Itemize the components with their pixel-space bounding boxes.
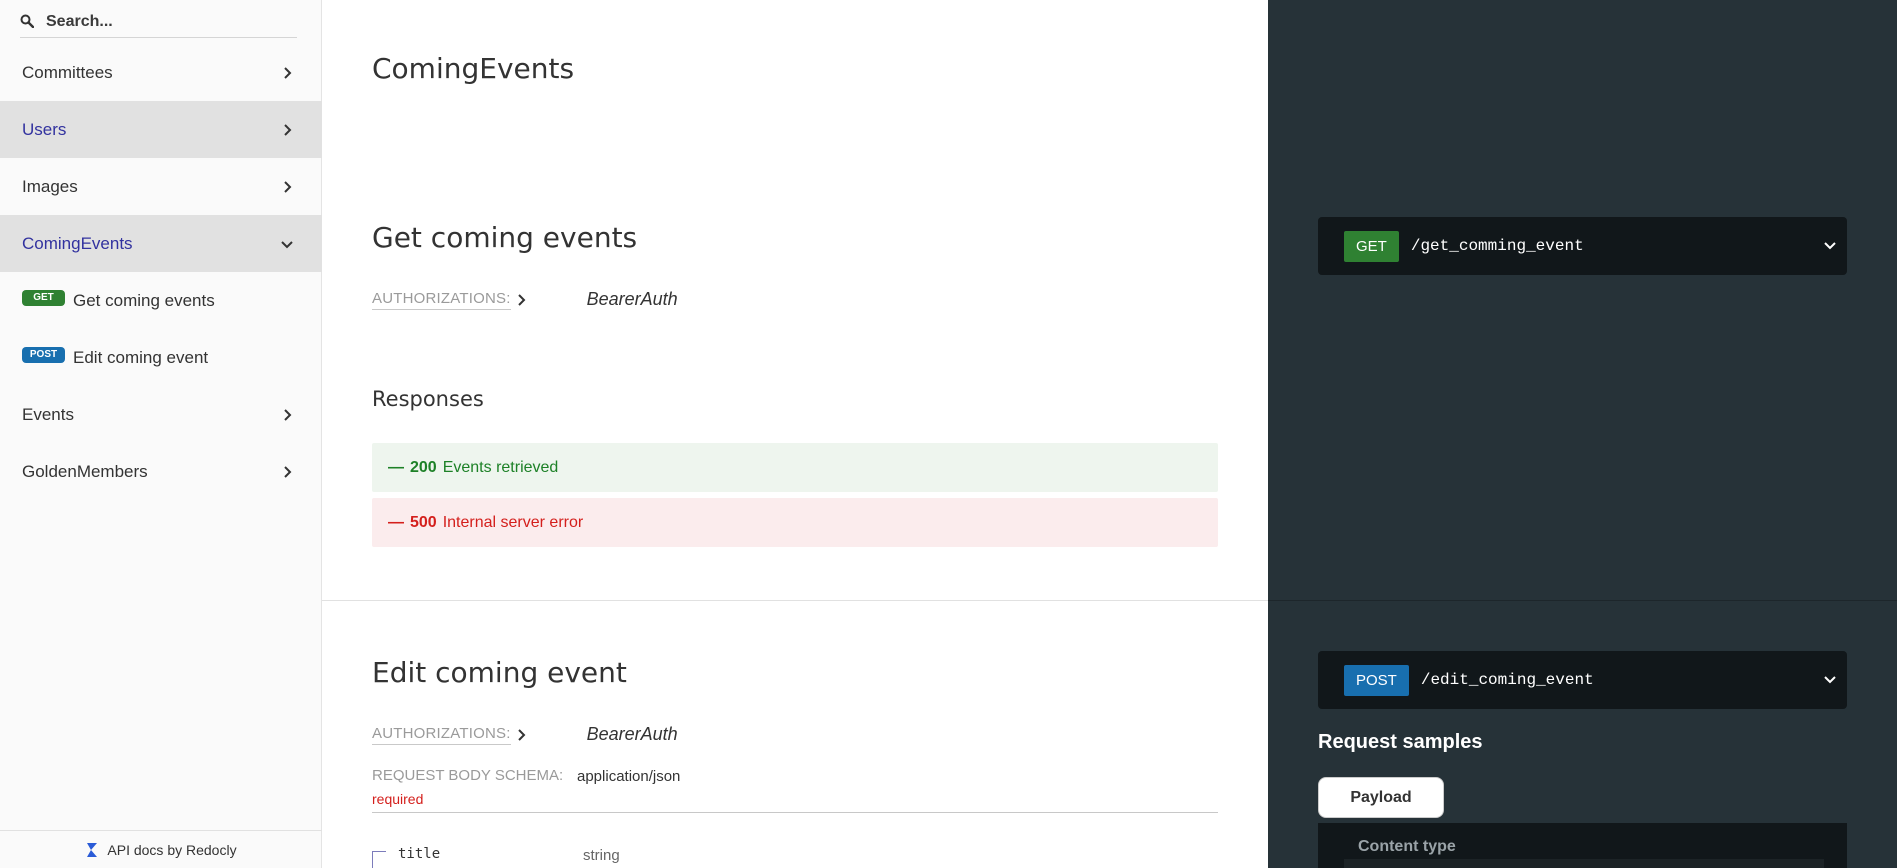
content-type-label: Content type xyxy=(1358,838,1456,855)
authorizations-row[interactable]: AUTHORIZATIONS: BearerAuth xyxy=(372,289,678,310)
sidebar-item-label: GoldenMembers xyxy=(22,461,148,481)
sidebar-item-label: Users xyxy=(22,119,67,139)
field-type: string xyxy=(583,847,620,864)
sidebar-item-label: Committees xyxy=(22,62,113,82)
right-panel: GET /get_comming_event POST /edit_coming… xyxy=(1268,0,1897,868)
endpoint-path: /edit_coming_event xyxy=(1420,671,1594,689)
response-dash: — xyxy=(388,513,404,531)
sidebar-item-label: ComingEvents xyxy=(22,233,133,253)
content-type-dropdown[interactable] xyxy=(1344,859,1824,868)
get-method-badge: GET xyxy=(1344,230,1399,262)
endpoint-edit-coming-event[interactable]: POST /edit_coming_event xyxy=(1318,651,1847,709)
response-code: 200 xyxy=(410,458,437,476)
main-content: ComingEvents Get coming events AUTHORIZA… xyxy=(322,0,1268,868)
operation-title-edit-coming-event: Edit coming event xyxy=(372,656,627,689)
authorizations-row[interactable]: AUTHORIZATIONS: BearerAuth xyxy=(372,724,678,745)
sidebar-subitem-label: Get coming events xyxy=(73,290,215,310)
chevron-right-icon xyxy=(284,123,292,136)
footer-label: API docs by Redocly xyxy=(107,841,237,858)
chevron-down-icon xyxy=(1824,676,1836,684)
chevron-right-icon xyxy=(284,408,292,421)
sidebar-subitem-edit-coming-event[interactable]: POST Edit coming event xyxy=(0,329,322,386)
response-500[interactable]: — 500 Internal server error xyxy=(372,498,1218,547)
sidebar-subitem-get-coming-events[interactable]: GET Get coming events xyxy=(0,272,322,329)
field-name-title: title xyxy=(398,846,441,862)
post-method-badge: POST xyxy=(1344,664,1409,696)
section-title: ComingEvents xyxy=(372,52,575,85)
sidebar-menu: Committees Users Images ComingEvents GET… xyxy=(0,44,322,500)
sidebar-item-users[interactable]: Users xyxy=(0,101,322,158)
authorizations-label: AUTHORIZATIONS: xyxy=(372,725,511,745)
chevron-right-icon xyxy=(284,66,292,79)
search-icon xyxy=(20,12,46,32)
authorizations-label: AUTHORIZATIONS: xyxy=(372,290,511,310)
right-divider xyxy=(1268,600,1897,601)
request-samples-title: Request samples xyxy=(1318,731,1483,753)
request-body-schema-label: REQUEST BODY SCHEMA: xyxy=(372,767,564,784)
chevron-right-icon xyxy=(517,728,525,741)
payload-tab[interactable]: Payload xyxy=(1318,777,1444,818)
chevron-down-icon xyxy=(281,240,293,248)
responses-title: Responses xyxy=(372,387,484,411)
sidebar-subitem-label: Edit coming event xyxy=(73,347,209,367)
sidebar-item-committees[interactable]: Committees xyxy=(0,44,322,101)
operation-title-get-coming-events: Get coming events xyxy=(372,221,638,254)
endpoint-get-coming-event[interactable]: GET /get_comming_event xyxy=(1318,217,1847,275)
field-tree-line xyxy=(372,851,386,868)
search-box[interactable] xyxy=(20,6,297,38)
chevron-right-icon xyxy=(284,465,292,478)
post-badge: POST xyxy=(22,346,65,363)
response-text: Events retrieved xyxy=(442,458,559,476)
sidebar-item-label: Images xyxy=(22,176,78,196)
required-label: required xyxy=(372,791,424,807)
chevron-right-icon xyxy=(517,293,525,306)
sidebar-item-images[interactable]: Images xyxy=(0,158,322,215)
search-input[interactable] xyxy=(46,12,286,31)
authorizations-value: BearerAuth xyxy=(586,289,678,309)
sidebar-item-goldenmembers[interactable]: GoldenMembers xyxy=(0,443,322,500)
sidebar: Committees Users Images ComingEvents GET… xyxy=(0,0,322,868)
redocly-footer-link[interactable]: API docs by Redocly xyxy=(0,830,322,868)
response-text: Internal server error xyxy=(442,513,584,531)
chevron-down-icon xyxy=(1824,242,1836,250)
redocly-logo-icon xyxy=(87,842,98,857)
get-badge: GET xyxy=(22,289,65,306)
sidebar-item-comingevents[interactable]: ComingEvents xyxy=(0,215,322,272)
response-dash: — xyxy=(388,458,404,476)
schema-divider xyxy=(372,812,1218,813)
section-divider xyxy=(322,600,1268,601)
request-body-schema-value: application/json xyxy=(577,768,681,785)
content-type-box: Content type xyxy=(1318,823,1847,868)
endpoint-path: /get_comming_event xyxy=(1410,237,1584,255)
sidebar-item-events[interactable]: Events xyxy=(0,386,322,443)
response-200[interactable]: — 200 Events retrieved xyxy=(372,443,1218,492)
response-code: 500 xyxy=(410,513,437,531)
sidebar-item-label: Events xyxy=(22,404,74,424)
authorizations-value: BearerAuth xyxy=(586,724,678,744)
chevron-right-icon xyxy=(284,180,292,193)
